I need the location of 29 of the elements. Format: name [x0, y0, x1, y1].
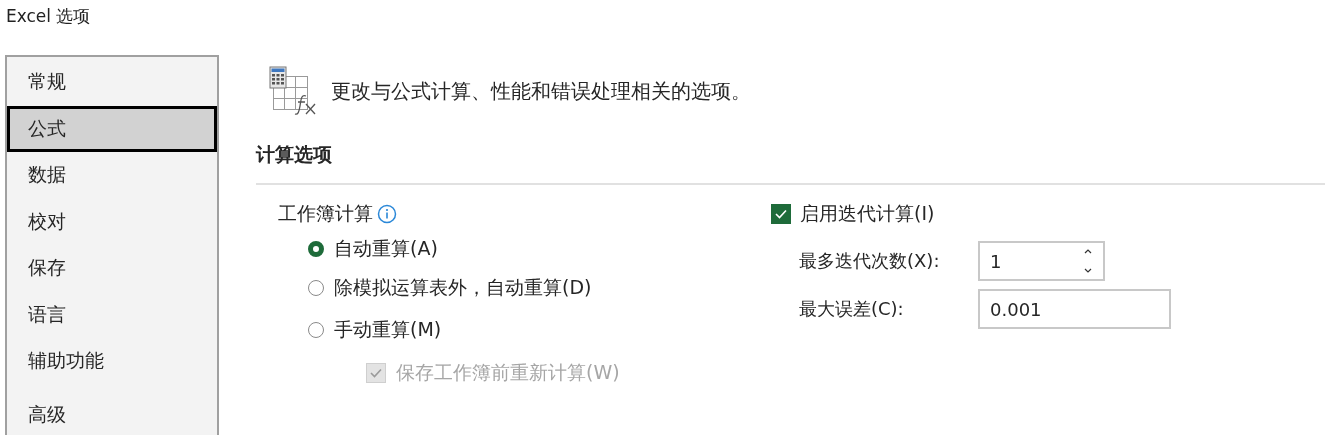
field-label: 最大误差(C): [799, 297, 905, 321]
sidebar-item[interactable]: 高级 [7, 391, 217, 435]
sidebar-item[interactable]: 公式 [7, 105, 217, 152]
option-label: 自动重算(A) [334, 236, 438, 261]
formula-grid-icon [268, 66, 318, 116]
window-title: Excel 选项 [5, 5, 92, 28]
input-field[interactable]: 0.001 [978, 289, 1171, 329]
radio-button[interactable] [308, 241, 324, 257]
description-text: 更改与公式计算、性能和错误处理相关的选项。 [331, 77, 751, 105]
checkbox-label: 启用迭代计算(I) [800, 201, 935, 226]
info-icon[interactable] [377, 204, 397, 224]
sidebar-item[interactable]: 校对 [7, 198, 217, 245]
sidebar-item[interactable]: 语言 [7, 291, 217, 338]
sidebar-item[interactable]: 常规 [7, 59, 217, 106]
check-icon [775, 209, 787, 219]
sidebar-item[interactable]: 保存 [7, 245, 217, 292]
check-icon [370, 368, 382, 378]
sidebar-item[interactable]: 数据 [7, 152, 217, 199]
checkbox-label: 保存工作簿前重新计算(W) [396, 360, 620, 385]
number-spinner[interactable]: 1 [978, 241, 1105, 281]
option-label: 手动重算(M) [334, 317, 442, 342]
option-label: 除模拟运算表外，自动重算(D) [334, 275, 592, 300]
section-title: 计算选项 [256, 142, 333, 167]
radio-button[interactable] [308, 322, 324, 338]
sidebar-item[interactable]: 辅助功能 [7, 338, 217, 385]
checkbox[interactable] [771, 204, 791, 224]
group-label: 工作簿计算 [278, 201, 373, 226]
radio-button[interactable] [308, 280, 324, 296]
field-label: 最多迭代次数(X): [799, 249, 941, 273]
